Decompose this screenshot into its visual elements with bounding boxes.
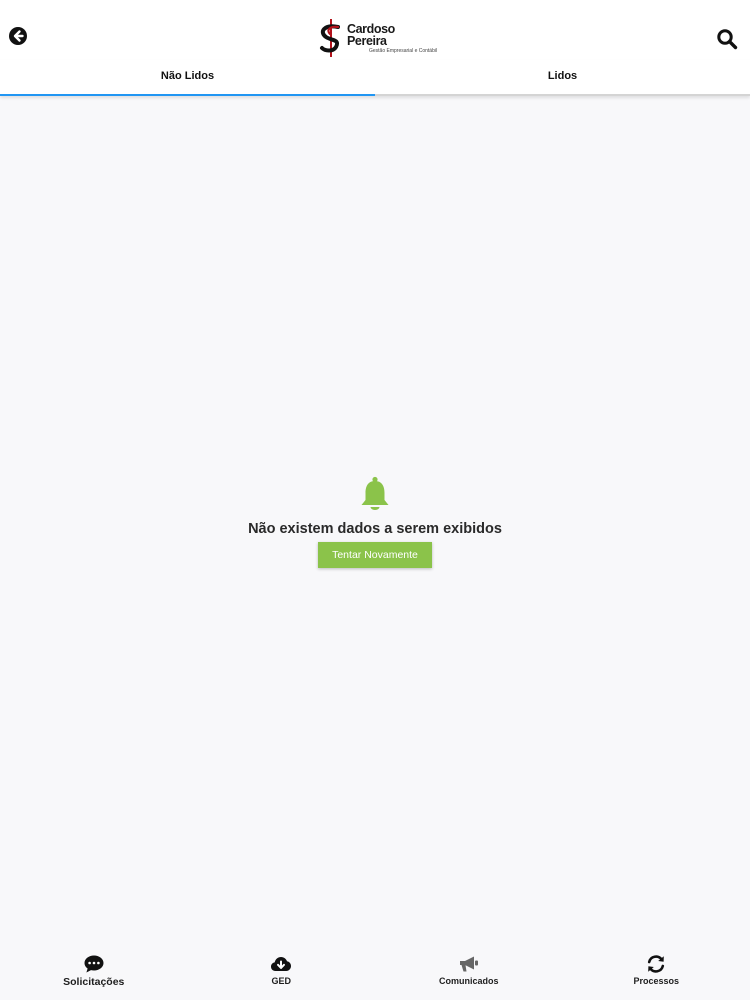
app-screen: Cardoso Pereira Gestão Empresarial e Con… [0, 0, 750, 1000]
nav-processos[interactable]: Processos [563, 948, 750, 1000]
search-icon [717, 29, 738, 50]
tab-bar: Não Lidos Lidos [0, 60, 750, 96]
company-logo: Cardoso Pereira Gestão Empresarial e Con… [318, 18, 438, 58]
tab-nao-lidos[interactable]: Não Lidos [0, 60, 375, 96]
logo-mark-icon [320, 19, 340, 57]
retry-button[interactable]: Tentar Novamente [318, 542, 432, 568]
logo-tagline: Gestão Empresarial e Contábil [369, 47, 438, 54]
cloud-download-icon [271, 957, 292, 971]
nav-solicitacoes[interactable]: Solicitações [0, 948, 188, 1000]
nav-comunicados[interactable]: Comunicados [375, 948, 563, 1000]
tab-lidos[interactable]: Lidos [375, 60, 750, 96]
empty-message: Não existem dados a serem exibidos [248, 521, 502, 537]
logo-name: Cardoso Pereira [347, 21, 395, 48]
empty-state: Não existem dados a serem exibidos Tenta… [0, 476, 750, 568]
search-button[interactable] [716, 28, 738, 50]
nav-ged[interactable]: GED [188, 948, 376, 1000]
back-button[interactable] [8, 26, 28, 46]
chat-icon [84, 955, 104, 973]
nav-label: Solicitações [63, 976, 125, 988]
bottom-navigation: Solicitações GED Comunicados Processos [0, 948, 750, 1000]
active-tab-indicator [0, 94, 375, 96]
tab-divider-line [375, 94, 750, 96]
nav-label: GED [271, 976, 291, 986]
logo-text: Cardoso Pereira Gestão Empresarial e Con… [347, 21, 438, 54]
refresh-icon [648, 955, 665, 973]
megaphone-icon [459, 956, 478, 972]
nav-label: Comunicados [438, 976, 499, 986]
app-header: Cardoso Pereira Gestão Empresarial e Con… [0, 0, 750, 60]
nav-label: Processos [633, 976, 680, 986]
arrow-left-circle-icon [9, 27, 27, 45]
bell-icon [361, 476, 389, 510]
